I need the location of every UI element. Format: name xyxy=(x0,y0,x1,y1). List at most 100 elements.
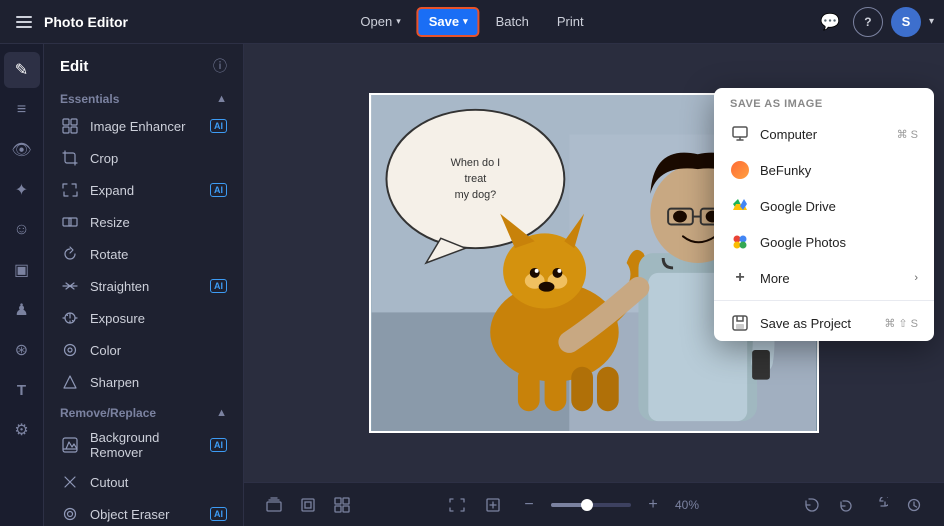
save-google-drive-label: Google Drive xyxy=(760,199,836,214)
tool-sharpen[interactable]: Sharpen xyxy=(44,366,243,398)
fit-screen-button[interactable] xyxy=(443,491,471,519)
background-remover-label: Background Remover xyxy=(90,430,200,460)
undo-button[interactable] xyxy=(832,491,860,519)
tool-color[interactable]: Color xyxy=(44,334,243,366)
zoom-slider[interactable] xyxy=(551,503,631,507)
bottom-toolbar: − + 40% xyxy=(244,482,944,526)
save-google-photos-item[interactable]: Google Photos xyxy=(714,224,934,260)
essentials-chevron-icon: ▲ xyxy=(216,93,227,105)
tool-exposure[interactable]: Exposure xyxy=(44,302,243,334)
save-as-project-label: Save as Project xyxy=(760,316,851,331)
tools-title: Edit xyxy=(60,58,88,75)
remove-replace-section-header[interactable]: Remove/Replace ▲ xyxy=(44,398,243,424)
dropdown-divider xyxy=(714,300,934,301)
chevron-down-icon: ▾ xyxy=(396,16,401,27)
save-google-photos-label: Google Photos xyxy=(760,235,846,250)
more-chevron-icon: › xyxy=(914,272,918,284)
object-eraser-label: Object Eraser xyxy=(90,507,169,522)
sidebar-item-effects[interactable]: ✦ xyxy=(4,172,40,208)
main-area: ✎ ≡ 👁 ✦ ☺ ▣ ♟ ⊛ T ⚙ Edit ⓘ Essentials ▲ … xyxy=(0,44,944,526)
sidebar-item-text[interactable]: T xyxy=(4,372,40,408)
topbar: Photo Editor Open ▾ Save ▾ Batch Print 💬… xyxy=(0,0,944,44)
save-computer-shortcut: ⌘ S xyxy=(897,128,918,141)
tools-panel: Edit ⓘ Essentials ▲ Image Enhancer AI Cr… xyxy=(44,44,244,526)
zoom-level: 40% xyxy=(675,498,711,512)
cutout-label: Cutout xyxy=(90,475,128,490)
zoom-in-button[interactable]: + xyxy=(639,491,667,519)
sidebar-item-stickers[interactable]: ☺ xyxy=(4,212,40,248)
sidebar-item-settings[interactable]: ⚙ xyxy=(4,412,40,448)
redo-button[interactable] xyxy=(866,491,894,519)
sidebar-item-frames[interactable]: ▣ xyxy=(4,252,40,288)
image-enhancer-label: Image Enhancer xyxy=(90,119,185,134)
straighten-icon xyxy=(60,276,80,296)
svg-text:my dog?: my dog? xyxy=(455,189,497,201)
save-befunky-label: BeFunky xyxy=(760,163,811,178)
tool-expand[interactable]: Expand AI xyxy=(44,174,243,206)
save-project-shortcut: ⌘ ⇧ S xyxy=(884,317,918,330)
tool-image-enhancer[interactable]: Image Enhancer AI xyxy=(44,110,243,142)
ai-badge: AI xyxy=(210,119,227,133)
tool-rotate[interactable]: Rotate xyxy=(44,238,243,270)
exposure-label: Exposure xyxy=(90,311,145,326)
print-button[interactable]: Print xyxy=(545,7,596,37)
ai-badge-expand: AI xyxy=(210,183,227,197)
background-remover-icon xyxy=(60,435,80,455)
remove-replace-title: Remove/Replace xyxy=(60,406,156,420)
open-button[interactable]: Open ▾ xyxy=(348,7,412,37)
save-more-item[interactable]: + More › xyxy=(714,260,934,296)
google-drive-icon xyxy=(730,196,750,216)
topbar-right: 💬 ? S ▾ xyxy=(815,7,934,37)
tool-resize[interactable]: Resize xyxy=(44,206,243,238)
help-button[interactable]: ? xyxy=(853,7,883,37)
history-button[interactable] xyxy=(900,491,928,519)
tool-crop[interactable]: Crop xyxy=(44,142,243,174)
save-befunky-item[interactable]: BeFunky xyxy=(714,152,934,188)
save-button[interactable]: Save ▾ xyxy=(417,7,480,37)
zoom-out-button[interactable]: − xyxy=(515,491,543,519)
info-icon[interactable]: ⓘ xyxy=(213,56,227,76)
frame-bottom-button[interactable] xyxy=(294,491,322,519)
bottom-toolbar-right xyxy=(798,491,928,519)
image-enhancer-icon xyxy=(60,116,80,136)
layers-bottom-button[interactable] xyxy=(260,491,288,519)
messages-button[interactable]: 💬 xyxy=(815,7,845,37)
crop-zoom-button[interactable] xyxy=(479,491,507,519)
sidebar-item-sliders[interactable]: ≡ xyxy=(4,92,40,128)
avatar-chevron-icon[interactable]: ▾ xyxy=(929,16,934,27)
sidebar-item-stock[interactable]: ⊛ xyxy=(4,332,40,368)
tool-cutout[interactable]: Cutout xyxy=(44,466,243,498)
sidebar-item-edit[interactable]: ✎ xyxy=(4,52,40,88)
save-as-project-item[interactable]: Save as Project ⌘ ⇧ S xyxy=(714,305,934,341)
avatar[interactable]: S xyxy=(891,7,921,37)
essentials-section-header[interactable]: Essentials ▲ xyxy=(44,84,243,110)
computer-icon xyxy=(730,124,750,144)
tool-background-remover[interactable]: Background Remover AI xyxy=(44,424,243,466)
tool-object-eraser[interactable]: Object Eraser AI xyxy=(44,498,243,526)
expand-icon xyxy=(60,180,80,200)
grid-bottom-button[interactable] xyxy=(328,491,356,519)
save-more-label: More xyxy=(760,271,790,286)
reset-button[interactable] xyxy=(798,491,826,519)
svg-text:When do I: When do I xyxy=(451,157,501,169)
ai-badge-eraser: AI xyxy=(210,507,227,521)
bottom-toolbar-left xyxy=(260,491,356,519)
remove-replace-chevron-icon: ▲ xyxy=(216,407,227,419)
color-icon xyxy=(60,340,80,360)
sidebar-item-people[interactable]: ♟ xyxy=(4,292,40,328)
object-eraser-icon xyxy=(60,504,80,524)
batch-button[interactable]: Batch xyxy=(484,7,541,37)
tool-straighten[interactable]: Straighten AI xyxy=(44,270,243,302)
save-google-drive-item[interactable]: Google Drive xyxy=(714,188,934,224)
sidebar-item-eye[interactable]: 👁 xyxy=(4,132,40,168)
save-computer-item[interactable]: Computer ⌘ S xyxy=(714,116,934,152)
save-project-icon xyxy=(730,313,750,333)
ai-badge-straighten: AI xyxy=(210,279,227,293)
sharpen-icon xyxy=(60,372,80,392)
menu-icon[interactable] xyxy=(10,8,38,36)
rotate-icon xyxy=(60,244,80,264)
save-as-image-title: Save as Image xyxy=(714,88,934,116)
app-title: Photo Editor xyxy=(44,14,128,30)
expand-label: Expand xyxy=(90,183,134,198)
svg-text:treat: treat xyxy=(465,173,487,185)
